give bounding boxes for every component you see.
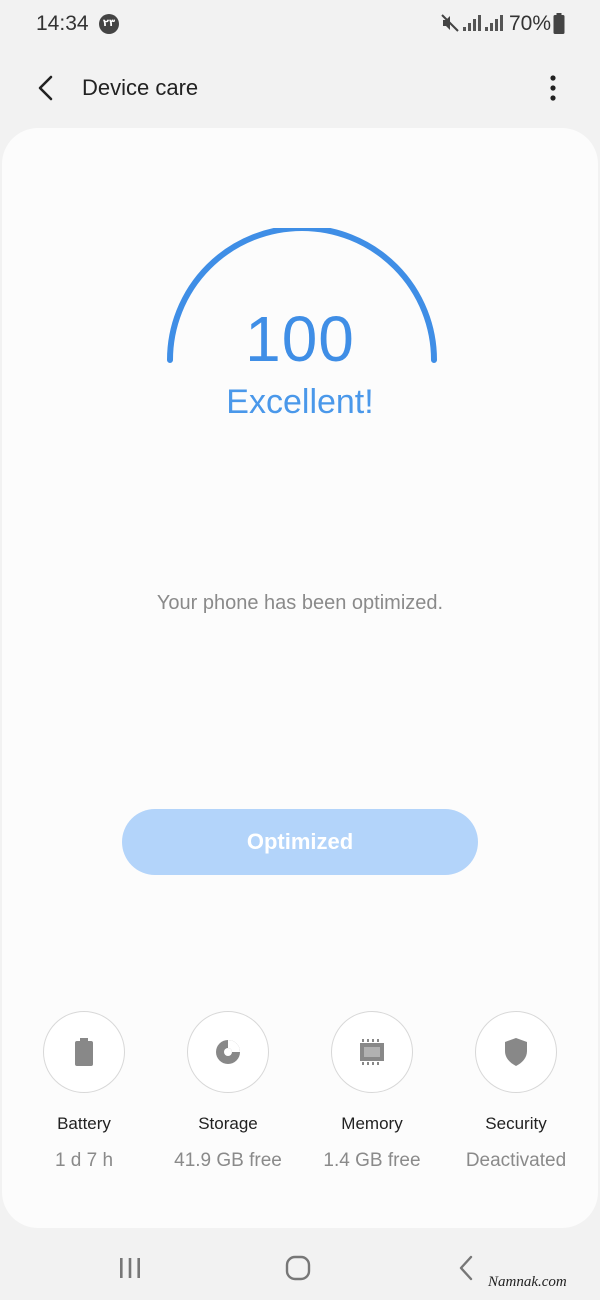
back-button[interactable] bbox=[28, 70, 64, 106]
status-message: Your phone has been optimized. bbox=[156, 592, 444, 614]
optimize-button[interactable]: Optimized bbox=[122, 809, 478, 875]
status-time: 14:34 bbox=[36, 12, 89, 35]
notification-badge: ۲۳ bbox=[99, 14, 119, 34]
mute-icon bbox=[440, 13, 460, 38]
home-icon bbox=[285, 1255, 311, 1281]
storage-feature-circle[interactable] bbox=[187, 1011, 269, 1093]
page-title: Device care bbox=[82, 75, 199, 100]
security-feature-circle[interactable] bbox=[475, 1011, 557, 1093]
battery-icon bbox=[75, 1038, 93, 1066]
feature-value: 41.9 GB free bbox=[174, 1150, 282, 1171]
device-care-card: 100 Excellent! Your phone has been optim… bbox=[2, 128, 598, 1228]
storage-feature[interactable]: Storage 41.9 GB free bbox=[156, 1011, 300, 1191]
signal-icon bbox=[462, 13, 482, 38]
status-battery-icon bbox=[553, 13, 565, 40]
feature-label: Battery bbox=[57, 1114, 111, 1133]
back-nav-icon bbox=[459, 1255, 473, 1281]
security-feature[interactable]: Security Deactivated bbox=[444, 1011, 588, 1191]
feature-value: 1 d 7 h bbox=[54, 1150, 114, 1171]
battery-feature[interactable]: Battery 1 d 7 h bbox=[12, 1011, 156, 1191]
watermark: Namnak.com bbox=[488, 1274, 567, 1290]
recent-apps-button[interactable] bbox=[112, 1252, 148, 1284]
feature-value: Deactivated bbox=[465, 1150, 567, 1171]
back-arrow-icon bbox=[38, 75, 53, 101]
status-bar: 14:34 ۲۳ 70% bbox=[0, 0, 600, 50]
memory-feature[interactable]: Memory 1.4 GB free bbox=[300, 1011, 444, 1191]
score-status: Excellent! bbox=[226, 383, 374, 421]
recents-icon bbox=[120, 1258, 140, 1278]
feature-value: 1.4 GB free bbox=[323, 1150, 421, 1171]
app-bar: Device care bbox=[0, 58, 600, 118]
feature-label: Memory bbox=[341, 1114, 403, 1133]
memory-icon bbox=[360, 1039, 384, 1065]
score-value: 100 bbox=[245, 303, 355, 375]
nav-back-button[interactable] bbox=[448, 1250, 484, 1286]
feature-label: Security bbox=[485, 1114, 547, 1133]
feature-label: Storage bbox=[198, 1114, 258, 1133]
storage-icon bbox=[216, 1040, 240, 1064]
more-options-button[interactable] bbox=[536, 70, 570, 106]
memory-feature-circle[interactable] bbox=[331, 1011, 413, 1093]
battery-percent: 70% bbox=[509, 12, 552, 35]
home-button[interactable] bbox=[280, 1250, 316, 1286]
signal-icon bbox=[484, 13, 504, 38]
battery-feature-circle[interactable] bbox=[43, 1011, 125, 1093]
shield-icon bbox=[505, 1038, 527, 1066]
more-vert-icon bbox=[550, 75, 556, 101]
